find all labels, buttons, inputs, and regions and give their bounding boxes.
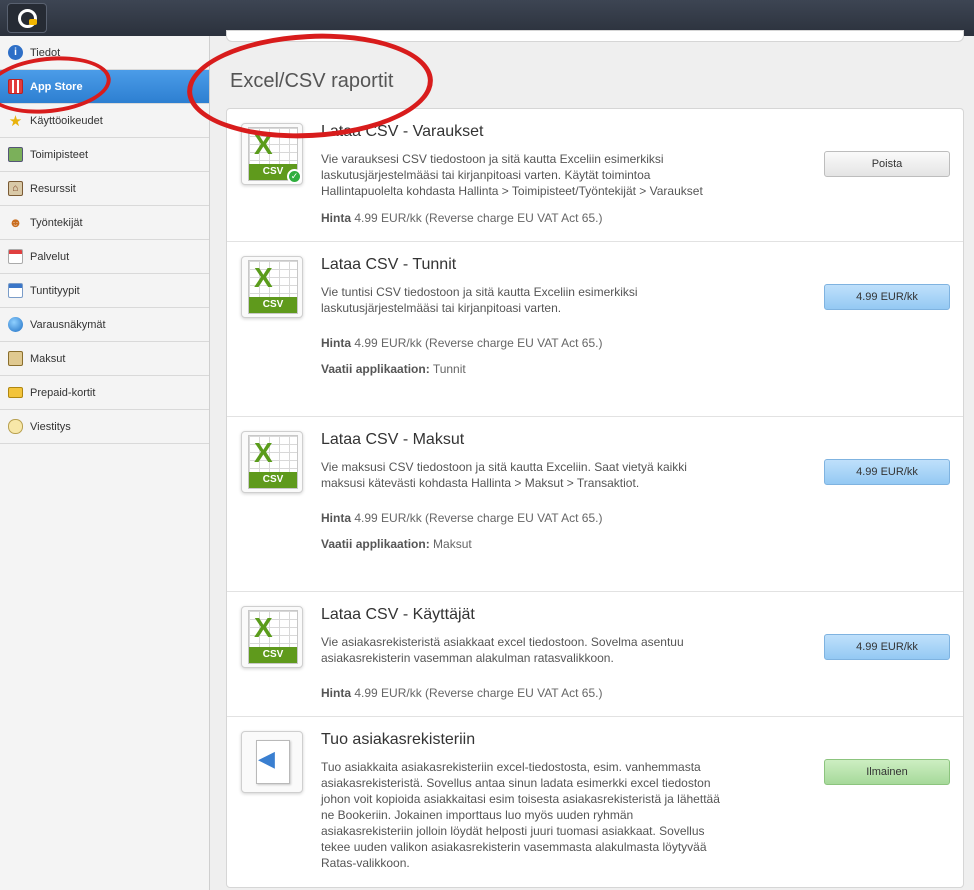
buy-button[interactable]: 4.99 EUR/kk xyxy=(824,284,950,310)
sidebar-item-label: Palvelut xyxy=(30,250,70,263)
list-item: X CSV Lataa CSV - Maksut Vie maksusi CSV… xyxy=(227,417,963,592)
location-icon xyxy=(8,147,23,162)
app-price: Hinta 4.99 EUR/kk (Reverse charge EU VAT… xyxy=(321,511,603,525)
sidebar-item-toimipisteet[interactable]: Toimipisteet xyxy=(0,138,209,172)
sidebar-item-tuntityypit[interactable]: Tuntityypit xyxy=(0,274,209,308)
sidebar-item-label: Tuntityypit xyxy=(30,284,80,297)
sidebar-item-label: Varausnäkymät xyxy=(30,318,106,331)
list-item: X CSV Lataa CSV - Tunnit Vie tuntisi CSV… xyxy=(227,242,963,417)
sidebar-item-label: Prepaid-kortit xyxy=(30,386,96,399)
list-item: X CSV Lataa CSV - Käyttäjät Vie asiakasr… xyxy=(227,592,963,717)
card-icon xyxy=(8,387,23,398)
sidebar-item-label: Maksut xyxy=(30,352,66,365)
app-price: Hinta 4.99 EUR/kk (Reverse charge EU VAT… xyxy=(321,211,603,225)
remove-button[interactable]: Poista xyxy=(824,151,950,177)
info-icon: i xyxy=(8,45,23,60)
app-description: Vie tuntisi CSV tiedostoon ja sitä kautt… xyxy=(321,285,638,315)
app-description: Tuo asiakkaita asiakasrekisteriin excel-… xyxy=(321,760,720,870)
buy-button[interactable]: 4.99 EUR/kk xyxy=(824,459,950,485)
sidebar-item-prepaid-kortit[interactable]: Prepaid-kortit xyxy=(0,376,209,410)
app-title: Lataa CSV - Tunnit xyxy=(321,256,457,273)
sidebar-item-label: Resurssit xyxy=(30,182,76,195)
list-item: ◀ Tuo asiakasrekisteriin Tuo asiakkaita … xyxy=(227,717,963,887)
app-price: Hinta 4.99 EUR/kk (Reverse charge EU VAT… xyxy=(321,686,603,700)
app-logo[interactable] xyxy=(7,3,47,33)
csv-file-icon: X CSV xyxy=(241,606,303,668)
arrow-left-icon: ◀ xyxy=(258,746,275,771)
sidebar: i Tiedot App Store ★ Käyttöoikeudet Toim… xyxy=(0,36,210,890)
app-title: Lataa CSV - Maksut xyxy=(321,431,465,448)
chat-icon xyxy=(8,419,23,434)
calendar-grid-icon xyxy=(8,283,23,298)
sidebar-item-label: Käyttöoikeudet xyxy=(30,114,103,127)
star-icon: ★ xyxy=(8,112,23,130)
app-description: Vie asiakasrekisteristä asiakkaat excel … xyxy=(321,635,684,665)
sidebar-item-tyontekijat[interactable]: ☻ Työntekijät xyxy=(0,206,209,240)
buy-button[interactable]: 4.99 EUR/kk xyxy=(824,634,950,660)
app-requirement: Vaatii applikaation: Maksut xyxy=(321,537,472,551)
house-icon: ⌂ xyxy=(8,181,23,196)
app-description: Vie varauksesi CSV tiedostoon ja sitä ka… xyxy=(321,152,703,198)
sidebar-item-label: Työntekijät xyxy=(30,216,83,229)
payment-icon xyxy=(8,351,23,366)
sidebar-item-maksut[interactable]: Maksut xyxy=(0,342,209,376)
app-title: Lataa CSV - Käyttäjät xyxy=(321,606,475,623)
users-icon: ☻ xyxy=(8,215,23,230)
sidebar-item-label: Toimipisteet xyxy=(30,148,89,161)
csv-file-icon: X CSV xyxy=(241,431,303,493)
sidebar-item-varausnakymat[interactable]: Varausnäkymät xyxy=(0,308,209,342)
sidebar-item-viestitys[interactable]: Viestitys xyxy=(0,410,209,444)
app-price: Hinta 4.99 EUR/kk (Reverse charge EU VAT… xyxy=(321,336,603,350)
install-free-button[interactable]: Ilmainen xyxy=(824,759,950,785)
csv-file-icon: X CSV xyxy=(241,256,303,318)
calendar-icon xyxy=(8,249,23,264)
app-title: Tuo asiakasrekisteriin xyxy=(321,731,476,748)
import-file-icon: ◀ xyxy=(241,731,303,793)
sidebar-item-resurssit[interactable]: ⌂ Resurssit xyxy=(0,172,209,206)
installed-check-icon: ✓ xyxy=(287,169,302,184)
sidebar-item-palvelut[interactable]: Palvelut xyxy=(0,240,209,274)
sidebar-item-label: Viestitys xyxy=(30,420,71,433)
app-list: X CSV ✓ Lataa CSV - Varaukset Vie varauk… xyxy=(226,108,964,888)
globe-icon xyxy=(8,317,23,332)
app-description: Vie maksusi CSV tiedostoon ja sitä kautt… xyxy=(321,460,687,490)
app-requirement: Vaatii applikaation: Tunnit xyxy=(321,362,466,376)
main-content: Excel/CSV raportit X CSV ✓ Lataa CSV - V… xyxy=(210,30,974,890)
